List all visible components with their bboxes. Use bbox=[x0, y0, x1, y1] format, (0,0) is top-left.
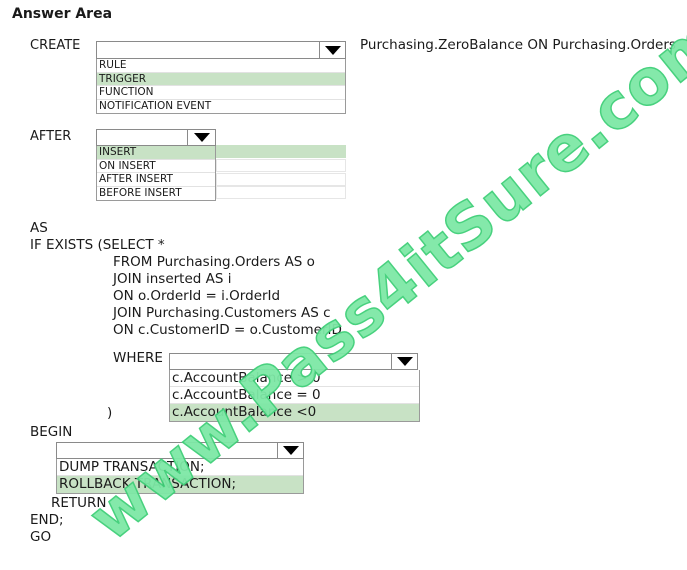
where-option-equals-zero[interactable]: c.AccountBalance = 0 bbox=[170, 387, 419, 404]
code-close-paren: ) bbox=[107, 405, 113, 421]
after-row-ghost bbox=[216, 173, 346, 186]
answer-area-title: Answer Area bbox=[12, 6, 113, 22]
code-line: JOIN Purchasing.Customers AS c bbox=[113, 305, 331, 321]
create-option-rule[interactable]: RULE bbox=[97, 59, 345, 73]
after-option-after-insert[interactable]: AFTER INSERT bbox=[97, 173, 215, 187]
after-row-ghost bbox=[216, 159, 346, 172]
chevron-down-icon[interactable] bbox=[391, 354, 417, 369]
after-option-insert[interactable]: INSERT bbox=[97, 146, 215, 160]
create-option-function[interactable]: FUNCTION bbox=[97, 86, 345, 100]
code-end: END; bbox=[30, 512, 64, 528]
create-keyword: CREATE bbox=[30, 38, 81, 53]
code-line: ON c.CustomerID = o.CustomerID bbox=[113, 322, 342, 338]
code-if-exists: IF EXISTS (SELECT * bbox=[30, 237, 165, 253]
after-option-on-insert[interactable]: ON INSERT bbox=[97, 160, 215, 173]
action-option-dump-transaction[interactable]: DUMP TRANSACTION; bbox=[57, 459, 303, 476]
create-target-text: Purchasing.ZeroBalance ON Purchasing.Ord… bbox=[360, 37, 676, 53]
code-line: FROM Purchasing.Orders AS o bbox=[113, 254, 315, 270]
where-option-greater-than-zero[interactable]: c.AccountBalance > 0 bbox=[170, 370, 419, 387]
action-option-rollback-transaction[interactable]: ROLLBACK TRANSACTION; bbox=[57, 476, 303, 493]
code-return: RETURN bbox=[51, 495, 107, 511]
code-line: JOIN inserted AS i bbox=[113, 271, 232, 287]
after-event-dropdown[interactable] bbox=[96, 129, 216, 146]
create-type-dropdown[interactable] bbox=[96, 41, 346, 59]
where-condition-options: c.AccountBalance > 0 c.AccountBalance = … bbox=[169, 370, 420, 422]
action-options: DUMP TRANSACTION; ROLLBACK TRANSACTION; bbox=[56, 459, 304, 494]
code-as: AS bbox=[30, 220, 48, 236]
after-event-options: INSERT ON INSERT AFTER INSERT BEFORE INS… bbox=[96, 146, 216, 201]
where-condition-dropdown[interactable] bbox=[169, 353, 418, 370]
code-go: GO bbox=[30, 529, 52, 545]
action-dropdown[interactable] bbox=[56, 442, 304, 459]
after-option-before-insert[interactable]: BEFORE INSERT bbox=[97, 187, 215, 201]
chevron-down-icon[interactable] bbox=[277, 443, 303, 458]
create-type-options: RULE TRIGGER FUNCTION NOTIFICATION EVENT bbox=[96, 59, 346, 114]
after-row-ghost-highlight bbox=[216, 145, 346, 158]
chevron-down-icon[interactable] bbox=[319, 42, 345, 58]
where-keyword: WHERE bbox=[113, 350, 163, 366]
code-line: ON o.OrderId = i.OrderId bbox=[113, 288, 281, 304]
create-option-notification-event[interactable]: NOTIFICATION EVENT bbox=[97, 100, 345, 114]
chevron-down-icon[interactable] bbox=[187, 130, 215, 145]
code-begin: BEGIN bbox=[30, 424, 73, 440]
create-option-trigger[interactable]: TRIGGER bbox=[97, 72, 345, 86]
after-keyword: AFTER bbox=[30, 129, 72, 144]
where-option-less-than-zero[interactable]: c.AccountBalance <0 bbox=[170, 404, 419, 421]
after-row-ghost bbox=[216, 186, 346, 199]
